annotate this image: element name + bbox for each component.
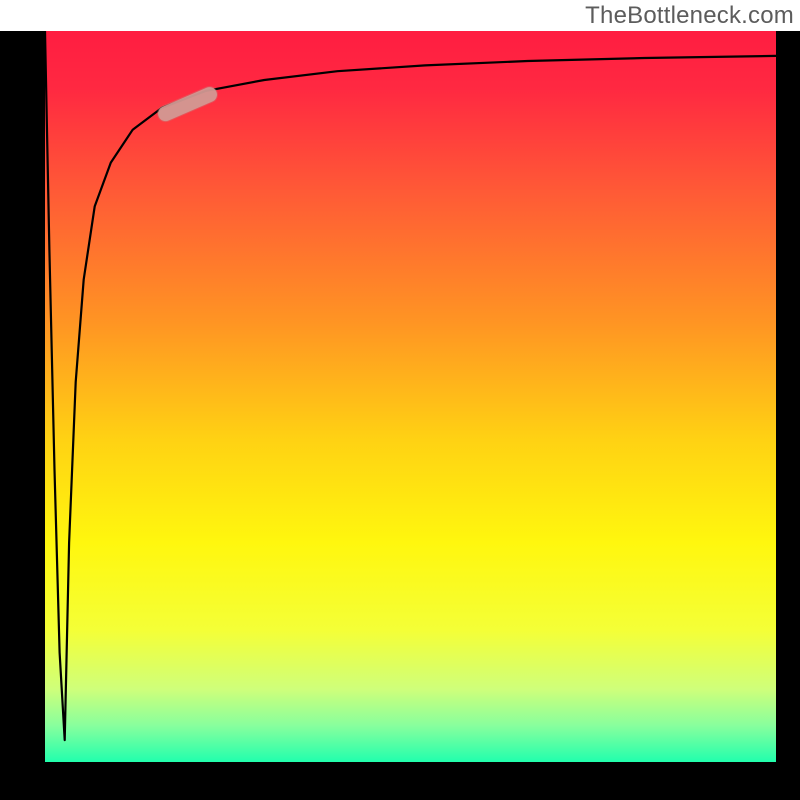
bottleneck-chart: [0, 0, 800, 800]
chart-stage: TheBottleneck.com: [0, 0, 800, 800]
plot-background-gradient: [45, 31, 776, 762]
watermark-text: TheBottleneck.com: [585, 2, 794, 30]
